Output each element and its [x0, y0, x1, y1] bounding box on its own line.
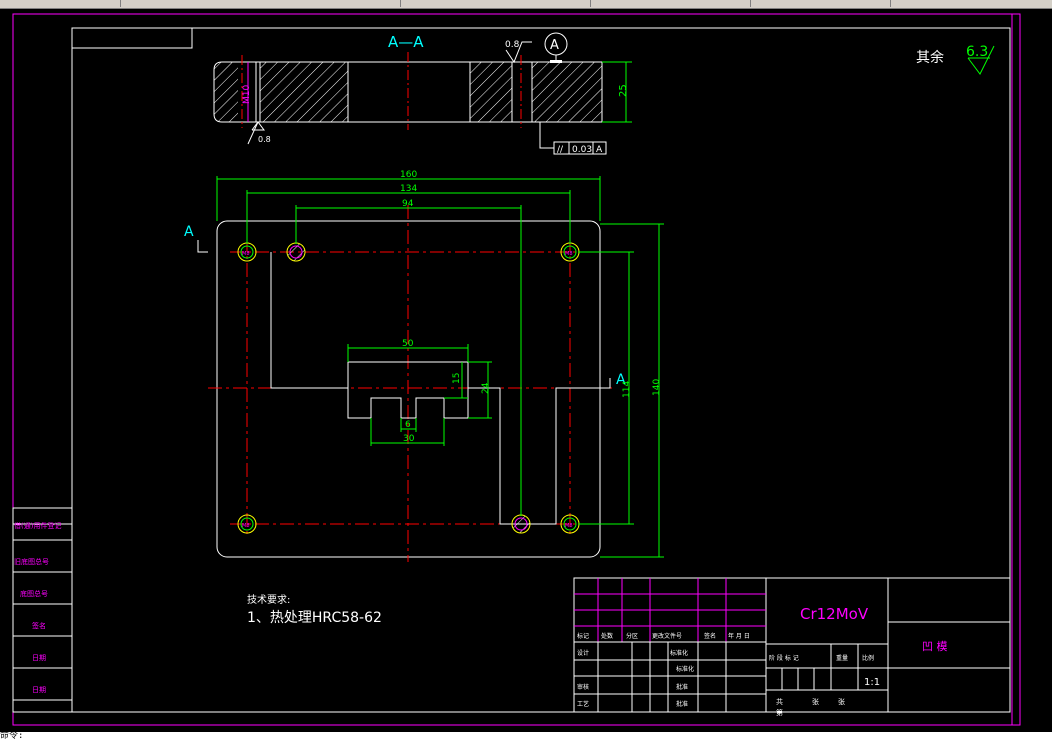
dim-height-overall: 140	[652, 379, 662, 396]
section-hatch-edge	[214, 62, 238, 122]
side-label: 底图总号	[20, 589, 48, 598]
section-hatch-right	[531, 61, 603, 123]
title-scale-label: 比例	[862, 654, 874, 662]
side-label: 借(通)用件登记	[14, 521, 61, 530]
tech-req-item-1: 1、热处理HRC58-62	[247, 610, 382, 626]
tolerance-symbol: //	[557, 145, 564, 155]
plan-view: A A M8 M8 M8 M8 160 134 94 50 6 30 140 1…	[184, 170, 664, 562]
section-label: A—A	[388, 33, 424, 51]
title-mid-label: 批准	[676, 683, 688, 691]
pin-hole-top	[286, 242, 306, 262]
title-standardize: 标准化	[670, 649, 688, 657]
datum-triangle	[550, 60, 562, 63]
dim-width-holes: 134	[400, 184, 417, 194]
title-stage: 阶 段 标 记	[769, 654, 799, 662]
section-hatch-mid	[469, 61, 513, 123]
hole-label: M8	[565, 251, 573, 257]
title-approve: 批准	[676, 700, 688, 708]
dim-notch: 6	[405, 420, 411, 430]
dim-notch-base: 30	[403, 434, 415, 444]
section-view: A—A M10 25 0.8 A 0.8 // 0.03 A	[213, 32, 632, 155]
hole-label: M8	[242, 523, 250, 529]
dim-height-holes: 114	[622, 381, 632, 398]
title-row-label: 更改文件号	[652, 632, 682, 640]
title-weight: 重量	[836, 654, 848, 662]
cad-drawing-canvas[interactable]: A—A M10 25 0.8 A 0.8 // 0.03 A 其余 6.3 A …	[0, 0, 1052, 741]
sheet-corner-box	[71, 27, 193, 49]
sheet-inner-frame	[71, 27, 1011, 713]
dim-width-overall: 160	[400, 170, 417, 180]
title-row-label: 标记	[577, 632, 589, 640]
title-row-label: 分区	[626, 632, 638, 640]
side-label: 日期	[32, 654, 46, 662]
sheet-right-strip	[1011, 13, 1021, 726]
dim-slot-width: 50	[402, 339, 414, 349]
title-sheet: 张	[812, 697, 819, 706]
hole-bottom-left: M8	[237, 514, 257, 534]
title-left-label: 设计	[577, 649, 589, 657]
title-left-label: 工艺	[577, 700, 589, 708]
roughness-value-bottom: 0.8	[258, 135, 271, 144]
title-left-label: 审核	[577, 683, 589, 691]
hole-label: M8	[565, 523, 573, 529]
pin-hole-bottom	[511, 514, 531, 534]
title-sheet: 第	[776, 708, 783, 717]
part-name: 凹 模	[922, 640, 948, 653]
title-sheet: 张	[838, 697, 845, 706]
tolerance-datum: A	[596, 145, 603, 155]
cut-marker-left-line	[197, 240, 208, 253]
scale-value: 1:1	[864, 677, 880, 688]
sheet-outer-border	[12, 13, 1021, 726]
side-label: 日期	[32, 686, 46, 694]
command-line[interactable]: 命令:	[0, 732, 1052, 741]
title-row-label: 处数	[601, 632, 613, 640]
hole-top-right: M8	[560, 242, 580, 262]
side-table: 借(通)用件登记 旧底图总号 底图总号 签名 日期 日期	[12, 507, 73, 713]
tech-req-title: 技术要求:	[247, 593, 290, 606]
surface-note-label: 其余	[916, 49, 944, 66]
tolerance-value: 0.03	[572, 145, 592, 155]
dim-slot-height: 24	[481, 382, 491, 394]
dim-thickness: 25	[618, 84, 629, 97]
datum-label: A	[550, 38, 559, 53]
roughness-value-top: 0.8	[505, 40, 520, 50]
title-mid-label: 标准化	[676, 665, 694, 673]
hole-bottom-right: M8	[560, 514, 580, 534]
hole-label: M8	[242, 251, 250, 257]
dim-width-pins: 94	[402, 199, 414, 209]
command-prompt: 命令:	[0, 731, 24, 741]
side-label: 签名	[32, 621, 46, 630]
surface-finish-note: 其余 6.3	[916, 44, 995, 75]
section-hatch-left	[259, 61, 349, 123]
title-row-label: 年 月 日	[728, 632, 750, 640]
material: Cr12MoV	[800, 605, 869, 623]
hole-top-left: M8	[237, 242, 257, 262]
roughness-leader	[247, 121, 259, 145]
title-sheet: 共	[776, 697, 783, 706]
title-row-label: 签名	[704, 632, 716, 640]
title-block: 标记 处数 分区 更改文件号 签名 年 月 日 设计 审核 工艺 标准化 标准化…	[573, 577, 1011, 717]
thread-label: M10	[242, 85, 252, 104]
dim-slot-depth: 15	[452, 373, 462, 384]
cut-marker-left: A	[184, 224, 194, 240]
side-label: 旧底图总号	[14, 557, 49, 566]
tolerance-leader	[539, 122, 554, 149]
